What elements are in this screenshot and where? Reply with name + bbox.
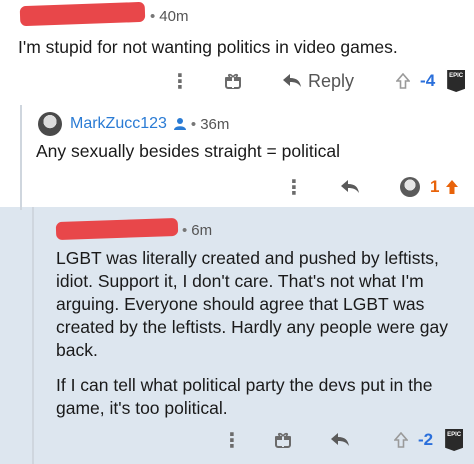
comment-body-paragraph-2: If I can tell what political party the d… [56, 375, 433, 418]
comment-score: -4 [420, 71, 436, 90]
comment-meta: MarkZucc123 • 36m [38, 112, 229, 136]
separator-dot: • [150, 8, 156, 25]
comment-meta: • 6m [178, 222, 212, 239]
comment-time: 36m [200, 115, 230, 133]
reply-button[interactable]: Reply [282, 71, 354, 92]
comment-time: 6m [191, 222, 213, 239]
avatar [400, 177, 420, 197]
comment-body: Any sexually besides straight = politica… [36, 141, 340, 161]
reply-icon[interactable] [340, 179, 360, 195]
separator-dot: • [182, 222, 188, 239]
more-options-icon[interactable]: ⋮ [222, 428, 242, 453]
thread-line-level1 [20, 105, 22, 210]
more-options-icon[interactable]: ⋮ [170, 69, 190, 94]
award-icon[interactable] [274, 431, 292, 449]
comment-time: 40m [159, 8, 189, 25]
comment-score: -2 [418, 430, 434, 449]
reply-icon[interactable] [330, 432, 350, 448]
comment-actions: ⋮ Reply -4 EPIC [170, 68, 466, 94]
username[interactable]: MarkZucc123 [70, 115, 167, 133]
user-icon [173, 117, 187, 131]
upvote-icon[interactable] [396, 73, 411, 89]
reply-label: Reply [308, 70, 355, 91]
comment-meta: • 40m [146, 8, 188, 25]
upvote-icon[interactable] [394, 432, 408, 448]
epic-games-badge: EPIC [445, 429, 464, 451]
comment-actions: ⋮ -2 EPIC [222, 427, 464, 453]
upvote-icon[interactable] [445, 179, 459, 195]
award-icon[interactable] [224, 72, 242, 90]
epic-games-badge: EPIC [447, 70, 466, 92]
comment-body-paragraph-1: LGBT was literally created and pushed by… [56, 248, 449, 360]
thread-line-level2 [32, 207, 34, 464]
comment-body: I'm stupid for not wanting politics in v… [18, 37, 398, 57]
comment-actions: ⋮ 1 [284, 174, 459, 200]
separator-dot: • [190, 115, 197, 133]
comment-score: 1 [430, 177, 440, 196]
redacted-username [19, 1, 146, 27]
more-options-icon[interactable]: ⋮ [284, 175, 304, 200]
avatar[interactable] [38, 112, 62, 136]
